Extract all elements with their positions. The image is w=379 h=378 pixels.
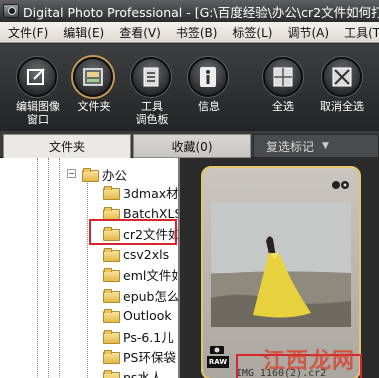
menu-file[interactable]: 文件(F) (0, 24, 55, 41)
tree-item-label: csv2xls (123, 246, 170, 262)
menu-edit[interactable]: 编辑(E) (55, 24, 111, 41)
tree-item-label: Outlook (123, 307, 172, 323)
tree-item-label: 3dmax材 (123, 185, 179, 201)
selection-highlight-box (89, 219, 177, 245)
thumbnail-pane: RAW IMG_1160(2).cr2 江西龙网 (182, 158, 379, 378)
chevron-down-icon: ▼ (322, 141, 329, 151)
menu-label[interactable]: 标签(L) (224, 24, 279, 41)
tree-item[interactable]: Ps-6.1儿 (103, 326, 178, 346)
collapse-icon[interactable]: − (67, 169, 76, 178)
tree-item[interactable]: PS环保袋 (103, 346, 178, 366)
tree-item-label: Ps-6.1儿 (123, 329, 174, 345)
folder-icon (103, 350, 120, 364)
toolbar-label-edit: 编辑图像 窗口 (16, 100, 60, 126)
menu-view[interactable]: 查看(V) (111, 24, 168, 41)
toolbar: 编辑图像 窗口 文件夹 工具 调色板 信息 全选 取消全选 (0, 44, 379, 131)
folder-icon (103, 309, 120, 323)
tab-favorites[interactable]: 收藏(0) (133, 134, 251, 158)
tree-item[interactable]: csv2xls (103, 244, 178, 264)
folder-icon (103, 248, 120, 262)
toolbar-label-folder: 文件夹 (77, 100, 111, 113)
tree-guide-line (59, 158, 60, 378)
tree-item-parent[interactable]: 办公 (82, 164, 178, 184)
menu-adjust[interactable]: 调节(A) (279, 24, 336, 41)
check-mark-dropdown[interactable]: 复选标记 ▼ (253, 134, 379, 158)
menu-bar: 文件(F) 编辑(E) 查看(V) 书签(B) 标签(L) 调节(A) 工具(T… (0, 22, 379, 43)
tree-item[interactable]: Outlook (103, 305, 178, 325)
folder-icon (73, 57, 113, 97)
tree-item-label: ps水人 (123, 369, 163, 378)
folder-icon (103, 186, 120, 200)
window-title: Digital Photo Professional - [G:\百度经验\办公… (23, 4, 379, 20)
folder-icon (103, 370, 120, 378)
camera-app-icon (3, 4, 19, 18)
dpp-window: Digital Photo Professional - [G:\百度经验\办公… (0, 0, 379, 378)
tree-guide-line (87, 180, 88, 378)
folder-icon (103, 207, 120, 221)
select-all-icon (263, 57, 303, 97)
tree-item-label: eml文件如 (123, 267, 180, 283)
tree-item[interactable]: ps水人 (103, 366, 178, 378)
info-icon (188, 57, 228, 97)
menu-bookmark[interactable]: 书签(B) (168, 24, 225, 41)
tree-item[interactable]: eml文件如 (103, 264, 180, 284)
rotate-icon (332, 181, 349, 189)
tree-item-label: 办公 (102, 167, 128, 183)
tree-item-label: epub怎么 (123, 288, 180, 304)
camera-icon (210, 346, 224, 354)
title-bar: Digital Photo Professional - [G:\百度经验\办公… (0, 0, 379, 22)
folder-icon (103, 268, 120, 282)
folder-tree: − 办公 3dmax材 BatchXLS cr2文件如 csv2xls eml文… (0, 158, 180, 378)
folder-icon (103, 330, 120, 344)
tab-folder[interactable]: 文件夹 (3, 134, 131, 158)
folder-icon (103, 289, 120, 303)
tool-palette-icon (131, 57, 171, 97)
edit-image-window-icon (17, 57, 57, 97)
tree-guide-line (37, 158, 38, 378)
folder-icon (82, 168, 99, 182)
tree-item[interactable]: epub怎么 (103, 285, 180, 305)
toolbar-label-palette: 工具 调色板 (135, 100, 169, 126)
toolbar-label-info: 信息 (198, 100, 220, 113)
panel-tab-strip: 文件夹 收藏(0) 复选标记 ▼ (0, 131, 379, 158)
menu-tools[interactable]: 工具(T) (336, 24, 379, 41)
raw-badge: RAW (207, 356, 229, 368)
thumbnail-image (211, 203, 351, 327)
image-thumbnail-card[interactable]: RAW IMG_1160(2).cr2 江西龙网 (201, 166, 362, 378)
deselect-all-icon (322, 57, 362, 97)
toolbar-label-select-all: 全选 (272, 100, 294, 113)
tree-item-label: PS环保袋 (123, 349, 176, 365)
tree-item[interactable]: 3dmax材 (103, 182, 179, 202)
toolbar-label-deselect-all: 取消全选 (320, 100, 364, 113)
watermark: 江西龙网 (263, 349, 356, 374)
tree-guide-line (48, 158, 49, 378)
check-mark-label: 复选标记 (266, 139, 315, 154)
